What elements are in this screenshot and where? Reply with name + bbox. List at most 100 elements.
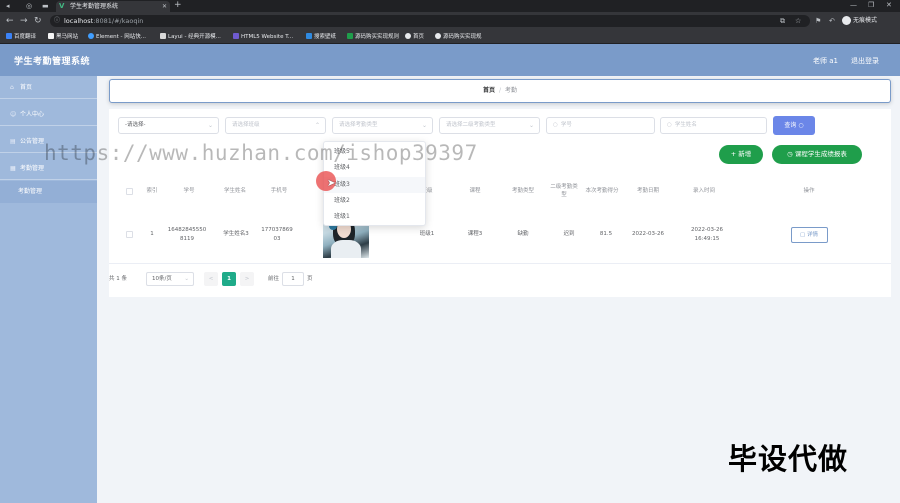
document-icon: ▢ xyxy=(800,231,806,238)
search-icon: ○ xyxy=(798,122,804,129)
history-icon[interactable]: ↶ xyxy=(829,17,835,25)
student-name-input[interactable]: ○ 学生姓名 xyxy=(660,117,767,134)
select-all-cell[interactable] xyxy=(119,176,139,206)
cell-course: 课程3 xyxy=(467,231,483,238)
bookmark-item[interactable]: 源码购买实现规则 xyxy=(347,32,399,42)
prev-page-button[interactable]: < xyxy=(204,272,218,286)
sidebar-item-label: 考勤管理 xyxy=(20,165,45,172)
chevron-down-icon: ⌄ xyxy=(528,122,534,129)
detail-button-label: 详情 xyxy=(806,231,818,238)
detail-button[interactable]: ▢ 详情 xyxy=(790,226,828,243)
course-score-report-button[interactable]: ◷ 课程学生成绩报表 xyxy=(772,145,862,164)
browser-logo-icon: ◎ xyxy=(26,2,33,10)
logout-link[interactable]: 退出登录 xyxy=(851,56,879,66)
add-button[interactable]: + 新增 xyxy=(719,145,763,164)
class-select[interactable]: 请选择班级 ⌃ xyxy=(225,117,326,134)
filter-select-1[interactable]: -请选择- ⌄ xyxy=(118,117,219,134)
bookmark-item[interactable]: 搜索壁纸 xyxy=(306,32,336,42)
translate-icon[interactable]: ⧉ xyxy=(780,17,785,26)
url-host: localhost xyxy=(64,17,94,25)
sub-attendance-type-select[interactable]: 请选择二级考勤类型 ⌄ xyxy=(439,117,540,134)
page-size-select[interactable]: 10条/页 ⌄ xyxy=(146,272,194,286)
student-id-input[interactable]: ○ 学号 xyxy=(546,117,655,134)
window-menu-icon[interactable]: ◂ xyxy=(6,1,10,11)
globe-icon xyxy=(405,33,411,39)
row-checkbox[interactable] xyxy=(125,231,133,238)
browser-tabbar: ◂ ◎ ▬ V 学生考勤管理系统 ✕ + — ❐ ✕ xyxy=(0,0,900,12)
folder-icon xyxy=(48,33,54,39)
sidebar-item-profile[interactable]: ☺ 个人中心 xyxy=(0,103,97,126)
tab-list-icon[interactable]: ▬ xyxy=(42,1,49,11)
row-select-cell[interactable] xyxy=(119,206,139,263)
minimize-icon[interactable]: — xyxy=(850,0,857,11)
browser-tab-active[interactable]: V 学生考勤管理系统 ✕ xyxy=(56,1,170,12)
extensions-icon[interactable]: ⚑ xyxy=(815,17,821,25)
goto-prefix: 前往 xyxy=(268,276,280,282)
sidebar-subitem-label: 考勤管理 xyxy=(18,188,43,195)
cell-subtype: 迟到 xyxy=(563,231,575,238)
search-button[interactable]: 查询 ○ xyxy=(773,116,815,135)
new-tab-icon[interactable]: + xyxy=(174,0,182,11)
page-number-current[interactable]: 1 xyxy=(222,272,236,286)
column-header: 课程 xyxy=(469,187,481,194)
tab-close-icon[interactable]: ✕ xyxy=(162,1,167,12)
search-icon: ○ xyxy=(553,122,558,128)
incognito-profile[interactable]: 无痕模式 xyxy=(842,15,877,27)
forward-icon[interactable]: → xyxy=(20,16,28,26)
next-page-button[interactable]: > xyxy=(240,272,254,286)
column-header: 学生姓名 xyxy=(223,187,246,194)
class-option[interactable]: 班级3 xyxy=(324,177,425,193)
app-title: 学生考勤管理系统 xyxy=(14,57,91,67)
breadcrumb-separator: / xyxy=(498,87,502,94)
sidebar-item-label: 首页 xyxy=(20,84,33,91)
attendance-type-placeholder: 请选择考勤类型 xyxy=(339,122,378,128)
select-all-checkbox[interactable] xyxy=(125,187,133,195)
column-header: 本次考勤得分 xyxy=(585,187,619,194)
reload-icon[interactable]: ↻ xyxy=(34,16,42,26)
breadcrumb-home[interactable]: 首页 xyxy=(483,87,495,94)
column-header: 录入时间 xyxy=(692,187,715,194)
tab-title: 学生考勤管理系统 xyxy=(70,3,119,10)
goto-page-input[interactable]: 1 xyxy=(282,272,304,286)
restore-icon[interactable]: ❐ xyxy=(868,0,874,11)
pagination-total: 共 1 条 xyxy=(109,276,127,282)
bookmark-item[interactable]: 百度翻译 xyxy=(6,32,36,42)
baidu-icon xyxy=(6,33,12,39)
sidebar-item-home[interactable]: ⌂ 首页 xyxy=(0,76,97,99)
clock-icon: ◷ xyxy=(787,150,793,158)
cell-student-id: 164828455508119 xyxy=(167,227,207,242)
bookmark-star-icon[interactable]: ☆ xyxy=(795,17,801,25)
content-card: -请选择- ⌄ 请选择班级 ⌃ 请选择考勤类型 ⌄ 请选择二级考勤类型 ⌄ ○ 学… xyxy=(109,109,891,297)
back-icon[interactable]: ← xyxy=(6,16,14,26)
bookmark-item[interactable]: 黑马网站 xyxy=(48,32,78,42)
url-path: :8081/#/kaoqin xyxy=(93,17,144,25)
corner-overlay-text: 毕设代做 xyxy=(728,442,849,476)
attendance-type-select[interactable]: 请选择考勤类型 ⌄ xyxy=(332,117,433,134)
search-button-label: 查询 xyxy=(784,122,797,129)
column-header: 考勤日期 xyxy=(636,187,659,194)
url-input[interactable]: ⓘ localhost:8081/#/kaoqin xyxy=(50,15,810,27)
goto-suffix: 页 xyxy=(307,276,313,282)
bookmark-item[interactable]: 首页 xyxy=(405,32,424,42)
cell-index: 1 xyxy=(150,231,154,238)
search-icon: ○ xyxy=(667,122,672,128)
table-row[interactable]: 1 164828455508119 学生姓名3 17703786903 班级1 … xyxy=(109,206,891,264)
html5-icon xyxy=(233,33,239,39)
sidebar-subitem-attendance[interactable]: 考勤管理 xyxy=(0,181,97,203)
profile-label: 无痕模式 xyxy=(853,17,878,24)
bookmark-item[interactable]: HTML5 Website T... xyxy=(233,32,293,42)
chevron-down-icon: ⌄ xyxy=(184,276,189,282)
bookmark-item[interactable]: Element - 网站快... xyxy=(88,32,146,42)
close-window-icon[interactable]: ✕ xyxy=(886,0,892,11)
bookmark-item[interactable]: 源码购买实现规 xyxy=(435,32,482,42)
cell-phone: 17703786903 xyxy=(261,227,293,242)
class-option[interactable]: 班级2 xyxy=(324,193,425,209)
class-option[interactable]: 班级1 xyxy=(324,209,425,225)
column-header: 学号 xyxy=(183,187,195,194)
cell-entry-time: 2022-03-26 16:49:15 xyxy=(691,227,723,242)
bookmark-item[interactable]: Layui - 经典开源模... xyxy=(160,32,221,42)
cell-date: 2022-03-26 xyxy=(632,231,664,238)
watermark: https://www.huzhan.com/ishop39397 xyxy=(44,141,478,165)
layui-icon xyxy=(160,33,166,39)
app-header: 学生考勤管理系统 老师 a1 退出登录 xyxy=(0,44,900,76)
